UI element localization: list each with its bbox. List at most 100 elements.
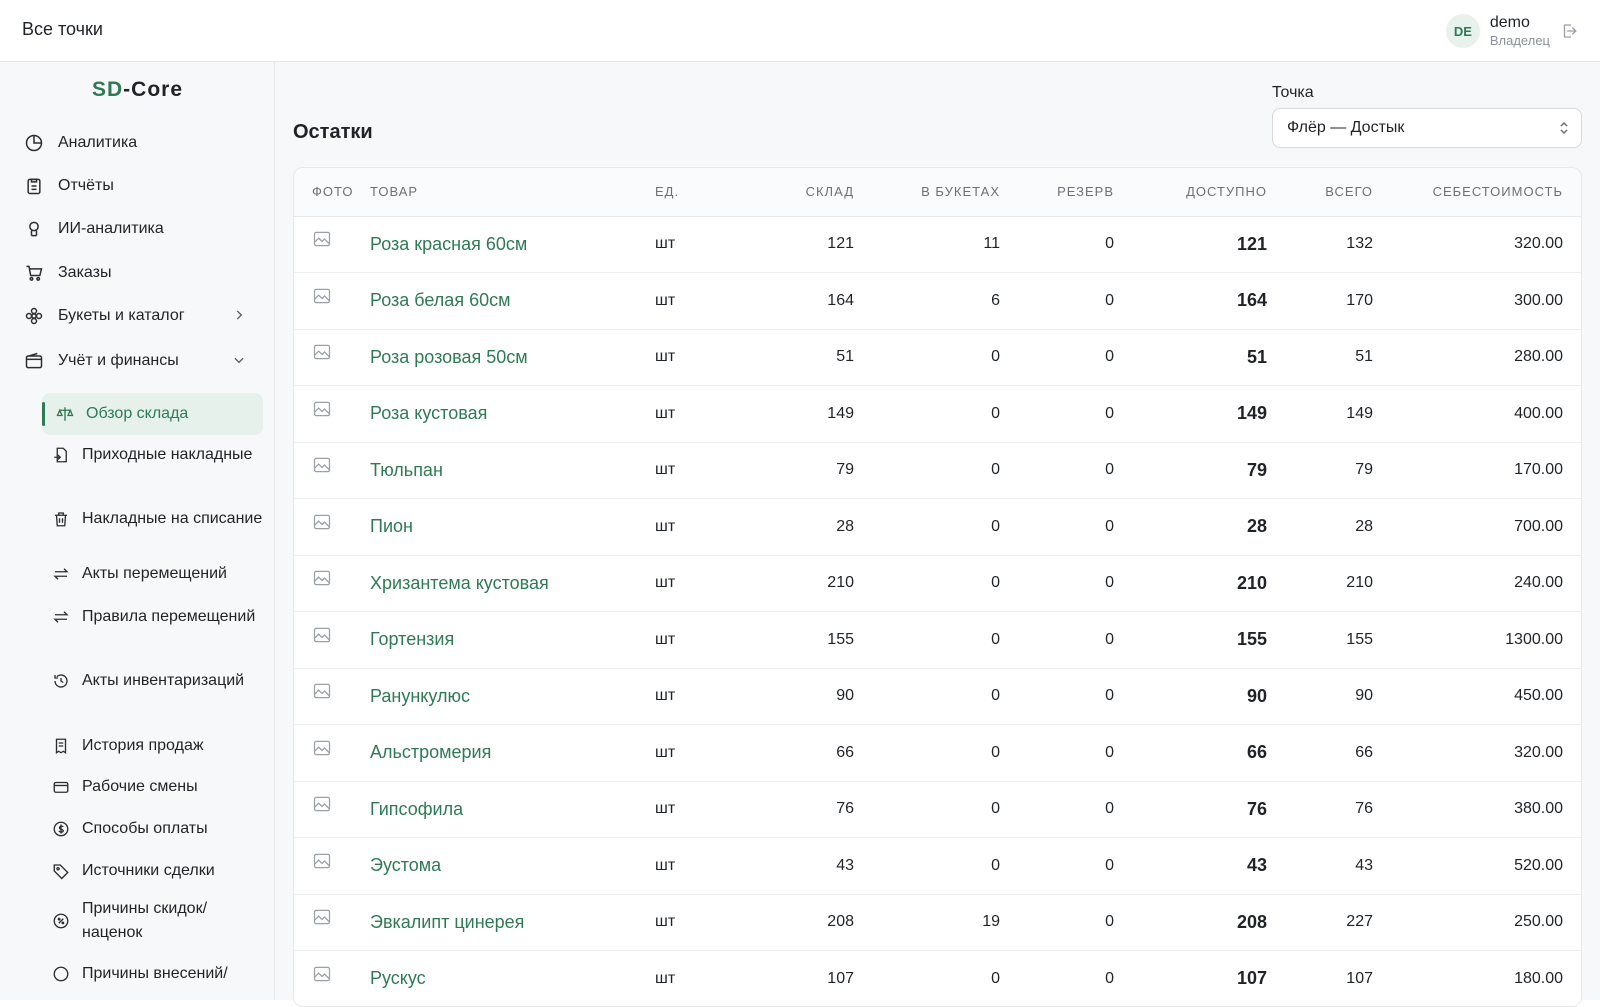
sidebar-item-deal-sources[interactable]: Источники сделки <box>52 859 263 883</box>
sidebar-item-analytics[interactable]: Аналитика <box>24 133 137 153</box>
sidebar-item-warehouse-overview[interactable]: Обзор склада <box>42 393 263 435</box>
sidebar-item-incoming-invoices[interactable]: Приходные накладные <box>52 443 263 467</box>
stock-cell: 149 <box>717 386 854 443</box>
table-row[interactable]: Рускусшт10700107107180.00 <box>294 951 1581 1007</box>
cost-cell: 180.00 <box>1373 951 1581 1007</box>
cost-cell: 170.00 <box>1373 442 1581 499</box>
stock-cell: 76 <box>717 781 854 838</box>
breadcrumb[interactable]: Все точки <box>22 19 103 40</box>
photo-cell <box>294 329 370 386</box>
col-available[interactable]: Доступно <box>1114 168 1267 216</box>
product-name-link[interactable]: Роза кустовая <box>370 386 655 443</box>
table-header-row: Фото Товар Ед. Склад В букетах Резерв До… <box>294 168 1581 216</box>
col-in-bouquets[interactable]: В букетах <box>854 168 1000 216</box>
product-name-link[interactable]: Роза белая 60см <box>370 273 655 330</box>
avatar[interactable]: DE <box>1446 14 1480 48</box>
table-row[interactable]: Эвкалипт цинереяшт208190208227250.00 <box>294 894 1581 951</box>
bouquets-cell: 0 <box>854 329 1000 386</box>
bouquets-cell: 0 <box>854 668 1000 725</box>
point-select[interactable]: Флёр — Достык <box>1272 108 1582 148</box>
sidebar-item-accounting-finance[interactable]: Учёт и финансы <box>24 351 249 371</box>
product-name-link[interactable]: Роза красная 60см <box>370 216 655 273</box>
sidebar-item-label: ИИ-аналитика <box>58 220 164 238</box>
sidebar-item-payment-methods[interactable]: Способы оплаты <box>52 817 263 841</box>
table-row[interactable]: Роза кустоваяшт14900149149400.00 <box>294 386 1581 443</box>
bouquets-cell: 0 <box>854 386 1000 443</box>
total-cell: 107 <box>1267 951 1373 1007</box>
stock-cell: 66 <box>717 725 854 782</box>
col-product[interactable]: Товар <box>370 168 655 216</box>
sidebar-item-label: Причины внесений/ <box>82 962 228 986</box>
sidebar-item-transfer-rules[interactable]: Правила перемещений <box>52 605 263 629</box>
available-cell: 51 <box>1114 329 1267 386</box>
pie-chart-icon <box>24 133 44 153</box>
table-row[interactable]: Альстромерияшт66006666320.00 <box>294 725 1581 782</box>
product-name-link[interactable]: Рускус <box>370 951 655 1007</box>
table-row[interactable]: Роза красная 60смшт121110121132320.00 <box>294 216 1581 273</box>
product-name-link[interactable]: Гипсофила <box>370 781 655 838</box>
product-name-link[interactable]: Эвкалипт цинерея <box>370 894 655 951</box>
sidebar-item-work-shifts[interactable]: Рабочие смены <box>52 775 263 799</box>
reserve-cell: 0 <box>1000 781 1114 838</box>
table-row[interactable]: Роза белая 60смшт16460164170300.00 <box>294 273 1581 330</box>
image-placeholder-icon <box>312 512 332 532</box>
stock-cell: 210 <box>717 555 854 612</box>
table-row[interactable]: Тюльпаншт79007979170.00 <box>294 442 1581 499</box>
table-row[interactable]: Пионшт28002828700.00 <box>294 499 1581 556</box>
bouquets-cell: 0 <box>854 499 1000 556</box>
tag-icon <box>52 862 70 880</box>
sidebar-item-discount-reasons[interactable]: Причины скидок/ наценок <box>52 897 263 945</box>
table-row[interactable]: Ранункулюсшт90009090450.00 <box>294 668 1581 725</box>
available-cell: 149 <box>1114 386 1267 443</box>
col-stock[interactable]: Склад <box>717 168 854 216</box>
image-placeholder-icon <box>312 399 332 419</box>
table-row[interactable]: Гипсофилашт76007676380.00 <box>294 781 1581 838</box>
sidebar-item-sales-history[interactable]: История продаж <box>52 734 263 758</box>
stock-cell: 208 <box>717 894 854 951</box>
col-unit: Ед. <box>655 168 717 216</box>
brand-logo[interactable]: SD-Core <box>0 78 275 102</box>
product-name-link[interactable]: Ранункулюс <box>370 668 655 725</box>
sidebar-item-writeoff-invoices[interactable]: Накладные на списание <box>52 507 263 531</box>
bouquets-cell: 0 <box>854 612 1000 669</box>
table-row[interactable]: Роза розовая 50смшт51005151280.00 <box>294 329 1581 386</box>
sidebar-item-label: Накладные на списание <box>82 507 262 531</box>
sidebar-item-orders[interactable]: Заказы <box>24 263 111 283</box>
product-name-link[interactable]: Эустома <box>370 838 655 895</box>
product-name-link[interactable]: Тюльпан <box>370 442 655 499</box>
sidebar-item-cash-reasons[interactable]: Причины внесений/ <box>52 962 263 986</box>
sidebar-item-label: Отчёты <box>58 177 114 195</box>
stock-cell: 107 <box>717 951 854 1007</box>
col-cost[interactable]: Себестоимость <box>1373 168 1581 216</box>
logout-icon[interactable] <box>1560 22 1578 40</box>
product-name-link[interactable]: Пион <box>370 499 655 556</box>
stock-cell: 155 <box>717 612 854 669</box>
unit-cell: шт <box>655 781 717 838</box>
table-row[interactable]: Эустомашт43004343520.00 <box>294 838 1581 895</box>
sidebar-item-reports[interactable]: Отчёты <box>24 176 114 196</box>
user-menu[interactable]: DE demo Владелец <box>1446 12 1578 50</box>
product-name-link[interactable]: Гортензия <box>370 612 655 669</box>
sidebar-item-bouquets-catalog[interactable]: Букеты и каталог <box>24 306 249 326</box>
col-total[interactable]: Всего <box>1267 168 1373 216</box>
user-name: demo <box>1490 13 1550 32</box>
wallet-icon <box>24 351 44 371</box>
sidebar-item-ai-analytics[interactable]: ИИ-аналитика <box>24 219 164 239</box>
reserve-cell: 0 <box>1000 668 1114 725</box>
total-cell: 155 <box>1267 612 1373 669</box>
table-row[interactable]: Гортензияшт155001551551300.00 <box>294 612 1581 669</box>
image-placeholder-icon <box>312 342 332 362</box>
product-name-link[interactable]: Альстромерия <box>370 725 655 782</box>
product-name-link[interactable]: Хризантема кустовая <box>370 555 655 612</box>
stock-cell: 90 <box>717 668 854 725</box>
table-row[interactable]: Хризантема кустоваяшт21000210210240.00 <box>294 555 1581 612</box>
sidebar-item-inventory-acts[interactable]: Акты инвентаризаций <box>52 669 263 693</box>
product-name-link[interactable]: Роза розовая 50см <box>370 329 655 386</box>
flower-icon <box>24 306 44 326</box>
available-cell: 90 <box>1114 668 1267 725</box>
col-reserve[interactable]: Резерв <box>1000 168 1114 216</box>
sidebar-item-label: Букеты и каталог <box>58 307 185 325</box>
available-cell: 28 <box>1114 499 1267 556</box>
sidebar-item-transfer-acts[interactable]: Акты перемещений <box>52 562 263 586</box>
reserve-cell: 0 <box>1000 555 1114 612</box>
